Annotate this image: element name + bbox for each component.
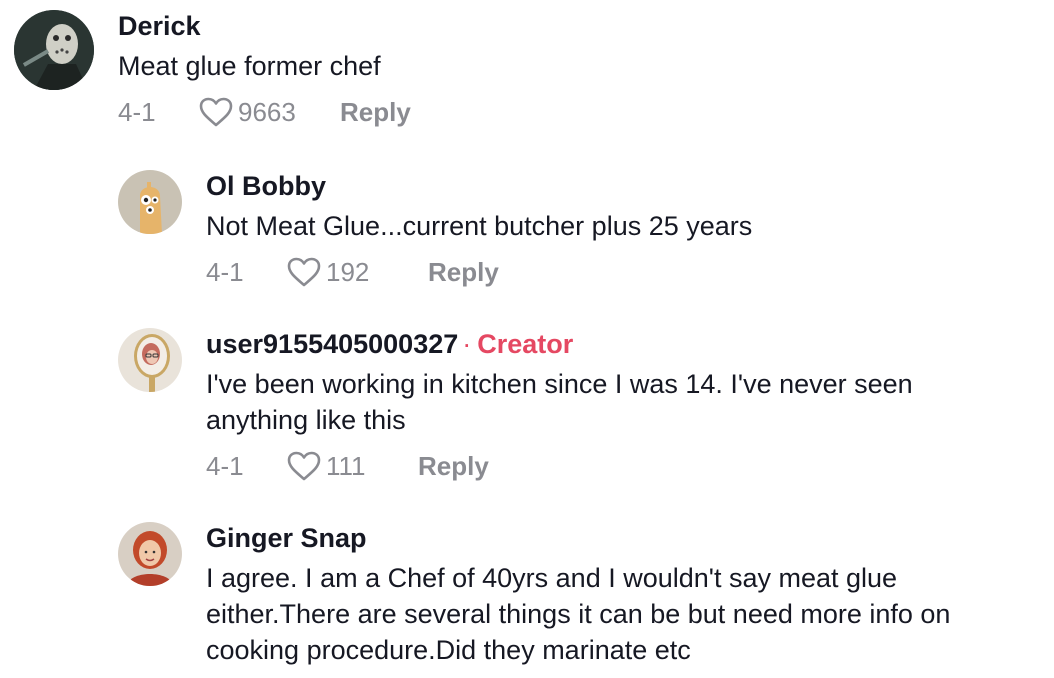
comment-date: 4-1 [118,96,156,127]
reply-button[interactable]: Reply [428,257,499,288]
avatar[interactable] [118,522,182,586]
reply-item: Ol Bobby Not Meat Glue...current butcher… [118,170,752,290]
creator-separator: · [462,329,472,359]
heart-icon [287,451,321,481]
avatar[interactable] [118,170,182,234]
avatar[interactable] [118,328,182,392]
creator-badge: Creator [477,329,574,359]
avatar[interactable] [14,10,94,90]
like-button[interactable]: 9663 [198,96,308,128]
comment-author[interactable]: Derick [118,10,411,42]
reply-button[interactable]: Reply [340,97,411,128]
comment-text: I agree. I am a Chef of 40yrs and I woul… [206,563,951,665]
comment-meta: 4-1 192 Reply [206,254,752,290]
cartoon-character-avatar-icon [118,170,182,234]
mirror-portrait-avatar-icon [118,328,182,392]
heart-icon [287,257,321,287]
reply-item: user9155405000327 · Creator I've been work… [118,328,996,484]
comment-author[interactable]: user9155405000327 · Creator [206,328,996,360]
comment-date: 4-1 [206,450,244,481]
like-count: 111 [326,450,366,481]
like-count: 9663 [238,96,296,127]
reply-button[interactable]: Reply [418,451,489,482]
comment-date: 4-1 [206,256,244,287]
hockey-mask-avatar-icon [14,10,94,90]
heart-icon [199,97,233,127]
comment-author[interactable]: Ol Bobby [206,170,752,202]
reply-item: Ginger Snap I agree. I am a Chef of 40yr… [118,522,1026,668]
like-button[interactable]: 111 [286,450,386,482]
comment-author[interactable]: Ginger Snap [206,522,1026,554]
comment-text: Not Meat Glue...current butcher plus 25 … [206,211,753,241]
comment-meta: 4-1 9663 Reply [118,94,411,130]
like-count: 192 [326,256,370,287]
comment-item: Derick Meat glue former chef 4-1 9663 Re… [14,10,411,130]
like-button[interactable]: 192 [286,256,396,288]
comment-text: Meat glue former chef [118,51,381,81]
comment-text: I've been working in kitchen since I was… [206,369,913,435]
comment-meta: 4-1 111 Reply [206,448,996,484]
red-hair-woman-avatar-icon [118,522,182,586]
